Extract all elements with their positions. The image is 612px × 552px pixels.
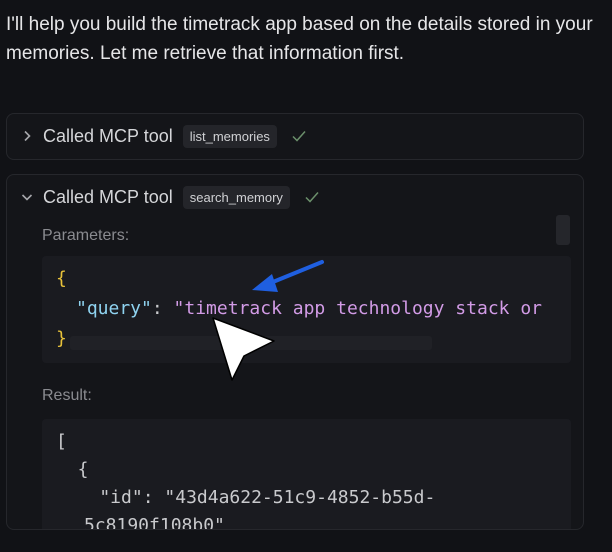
checkmark-icon [304,190,320,204]
tool-call-header[interactable]: Called MCP tool search_memory [7,175,583,219]
vertical-scrollbar[interactable] [556,215,570,245]
json-key: "id" [56,487,143,508]
json-value: "timetrack app technology stack or [173,298,543,319]
chevron-right-icon[interactable] [21,130,33,142]
parameters-label: Parameters: [42,227,130,244]
parameters-code-block: { "query": "timetrack app technology sta… [42,256,571,363]
code-line: [ [56,431,67,452]
tool-call-label: Called MCP tool [43,125,173,146]
result-label: Result: [42,387,92,404]
json-key: "query" [76,298,152,319]
json-value: "43d4a622-51c9-4852-b55d- [164,487,436,508]
result-code-block: [ { "id": "43d4a622-51c9-4852-b55d- 5c81… [42,419,571,530]
tool-call-search-memory[interactable]: Called MCP tool search_memory Parameters… [6,174,584,530]
code-close-brace: } [56,328,67,349]
json-colon: : [151,298,174,319]
tool-call-list-memories[interactable]: Called MCP tool list_memories [6,113,584,160]
code-open-brace: { [56,268,67,289]
assistant-message: I'll help you build the timetrack app ba… [6,14,593,64]
chevron-down-icon[interactable] [21,191,33,203]
tool-name-badge: list_memories [182,124,277,148]
tool-name-badge: search_memory [182,185,290,209]
tool-call-label: Called MCP tool [43,186,173,207]
horizontal-scrollbar[interactable] [70,336,432,350]
tool-call-header[interactable]: Called MCP tool list_memories [7,114,583,158]
json-colon: : [142,487,165,508]
code-line: { [56,459,89,480]
code-line-partial: 5c8190f108b0" [84,515,225,530]
checkmark-icon [291,129,307,143]
code-query-line: "query": "timetrack app technology stack… [76,298,542,319]
chat-panel: I'll help you build the timetrack app ba… [0,0,612,552]
code-id-line: "id": "43d4a622-51c9-4852-b55d- [56,487,435,508]
